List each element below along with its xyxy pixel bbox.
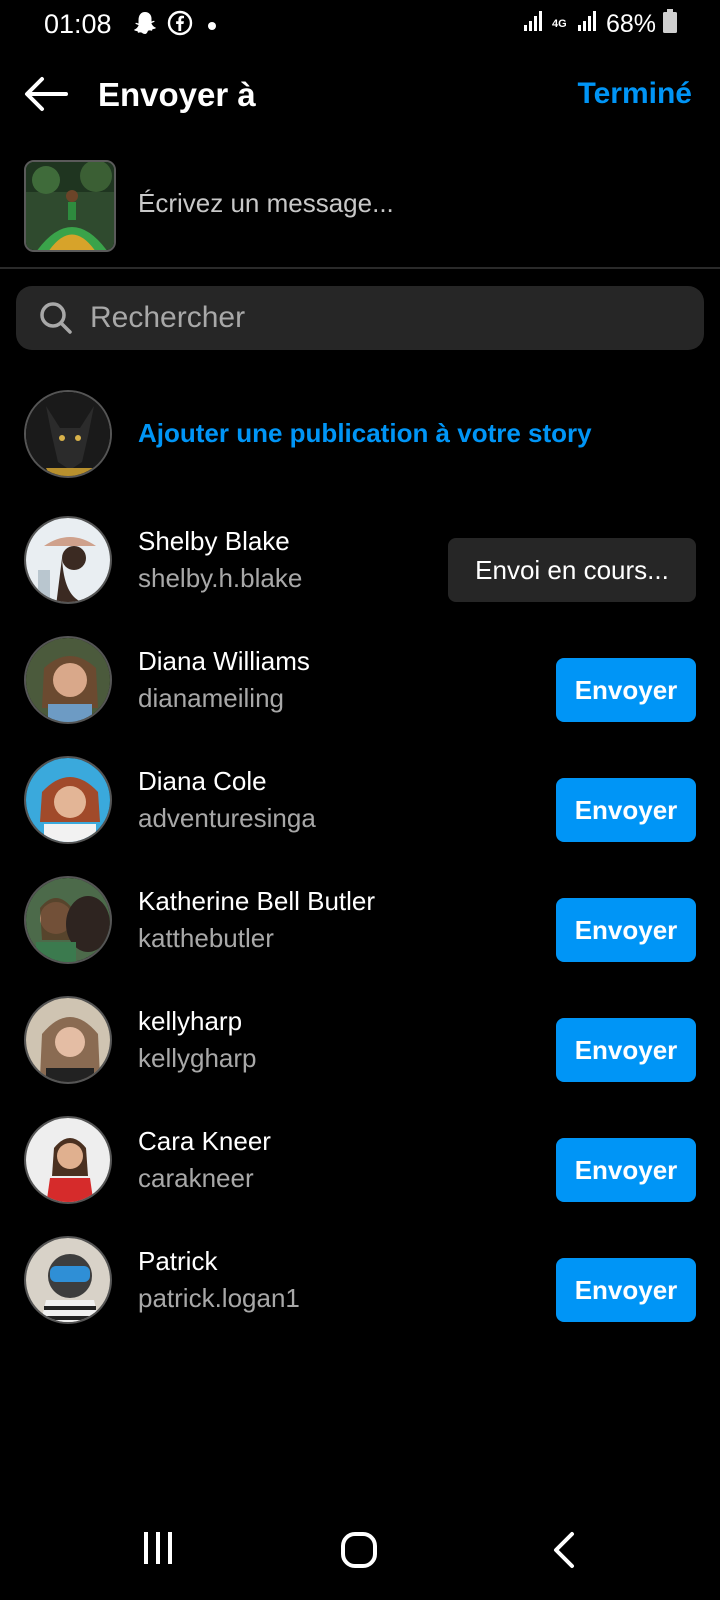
header: Envoyer à Terminé <box>0 60 720 130</box>
back-button[interactable] <box>22 74 72 114</box>
send-button[interactable]: Envoyer <box>556 778 696 842</box>
contact-name: Diana Williams <box>138 646 310 676</box>
contact-name: Patrick <box>138 1246 218 1276</box>
add-to-story-label: Ajouter une publication à votre story <box>138 418 592 448</box>
contact-name: kellyharp <box>138 1006 243 1036</box>
search-bar[interactable] <box>16 286 704 350</box>
avatar[interactable] <box>24 996 112 1084</box>
facebook-icon <box>167 10 193 41</box>
done-button[interactable]: Terminé <box>578 77 692 111</box>
divider <box>0 267 720 269</box>
avatar[interactable] <box>24 756 112 844</box>
send-button[interactable]: Envoyer <box>556 1138 696 1202</box>
avatar[interactable] <box>24 1236 112 1324</box>
send-button[interactable]: Envoyer <box>556 1258 696 1322</box>
sending-button[interactable]: Envoi en cours... <box>448 538 696 602</box>
avatar[interactable] <box>24 636 112 724</box>
contact-username: adventuresinga <box>138 803 316 833</box>
send-button[interactable]: Envoyer <box>556 1018 696 1082</box>
contact-row: Diana Williams dianameiling Envoyer <box>0 636 720 726</box>
page-title: Envoyer à <box>98 76 256 113</box>
contact-row: Cara Kneer carakneer Envoyer <box>0 1116 720 1206</box>
post-thumbnail <box>24 160 116 252</box>
system-status-icons: 4G 68% <box>522 8 678 41</box>
battery-percent: 68% <box>605 10 656 38</box>
network-type-label: 4G <box>551 18 567 30</box>
search-icon <box>38 300 74 341</box>
contact-username: shelby.h.blake <box>138 563 303 593</box>
system-back-button[interactable] <box>550 1530 580 1575</box>
arrow-left-icon <box>25 77 68 111</box>
system-nav-bar <box>0 1500 720 1600</box>
contact-row: Diana Cole adventuresinga Envoyer <box>0 756 720 846</box>
battery-icon <box>662 8 678 41</box>
add-to-story-row[interactable]: Ajouter une publication à votre story <box>0 390 720 480</box>
contact-row: Katherine Bell Butler katthebutler Envoy… <box>0 876 720 966</box>
avatar[interactable] <box>24 1116 112 1204</box>
contact-username: patrick.logan1 <box>138 1283 300 1313</box>
contact-username: dianameiling <box>138 683 284 713</box>
recent-apps-button[interactable] <box>140 1530 176 1571</box>
contact-username: kellygharp <box>138 1043 257 1073</box>
story-avatar <box>24 390 112 478</box>
contact-row: Shelby Blake shelby.h.blake Envoi en cou… <box>0 516 720 606</box>
notification-dot <box>208 21 216 30</box>
contact-row: Patrick patrick.logan1 Envoyer <box>0 1236 720 1326</box>
home-icon <box>341 1532 377 1568</box>
contact-username: carakneer <box>138 1163 254 1193</box>
send-button[interactable]: Envoyer <box>556 898 696 962</box>
signal-icon <box>522 9 546 40</box>
message-input[interactable] <box>138 180 698 226</box>
contact-name: Diana Cole <box>138 766 267 796</box>
notification-icons <box>132 10 216 41</box>
avatar[interactable] <box>24 876 112 964</box>
contact-name: Katherine Bell Butler <box>138 886 376 916</box>
signal-icon-secondary <box>576 9 600 40</box>
contact-row: kellyharp kellygharp Envoyer <box>0 996 720 1086</box>
message-composer <box>0 158 720 268</box>
avatar[interactable] <box>24 516 112 604</box>
status-bar: 01:08 4G 68% <box>0 0 720 52</box>
home-button[interactable] <box>340 1530 380 1575</box>
contact-username: katthebutler <box>138 923 274 953</box>
contact-name: Cara Kneer <box>138 1126 271 1156</box>
recent-apps-icon <box>144 1532 172 1564</box>
snapchat-icon <box>132 10 158 41</box>
chevron-left-icon <box>554 1532 574 1568</box>
send-button[interactable]: Envoyer <box>556 658 696 722</box>
contact-name: Shelby Blake <box>138 526 290 556</box>
search-input[interactable] <box>90 294 680 342</box>
status-time: 01:08 <box>44 9 112 39</box>
